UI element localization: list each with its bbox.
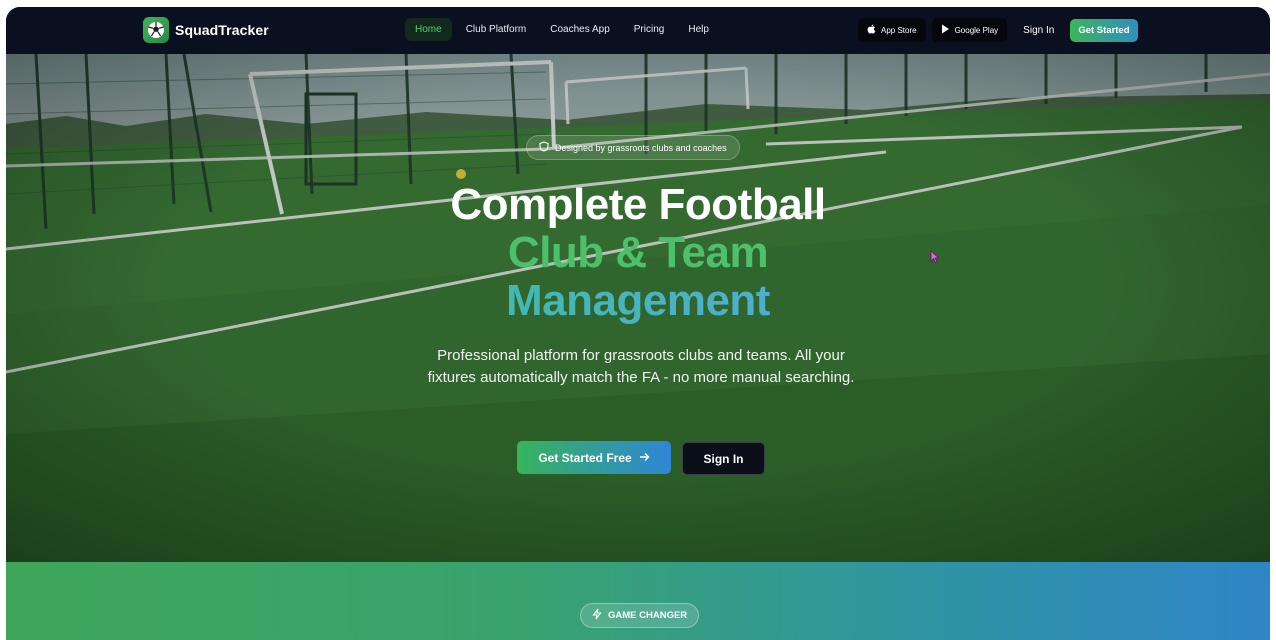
hero-section: Designed by grassroots clubs and coaches… — [6, 54, 1270, 562]
get-started-free-button[interactable]: Get Started Free — [517, 441, 671, 474]
nav-link-pricing[interactable]: Pricing — [624, 18, 675, 41]
app-store-label: App Store — [881, 25, 917, 35]
brand-logo-link[interactable]: SquadTracker — [143, 17, 269, 43]
hero-subtitle: Professional platform for grassroots clu… — [427, 347, 855, 386]
game-changer-section: GAME CHANGER — [6, 562, 1270, 640]
hero-title-line-3: Management — [338, 277, 938, 325]
lightning-icon — [592, 608, 602, 623]
google-play-label: Google Play — [954, 25, 999, 35]
hero-badge-text: Designed by grassroots clubs and coaches — [555, 142, 727, 153]
browser-viewport: SquadTracker Home Club Platform Coaches … — [6, 7, 1270, 640]
hero-title-line-2: Club & Team — [507, 228, 769, 277]
hero-badge: Designed by grassroots clubs and coaches — [526, 135, 740, 160]
hero-title-line-1: Complete Football — [450, 180, 826, 229]
nav-sign-in-link[interactable]: Sign In — [1013, 19, 1064, 42]
play-store-icon — [941, 24, 950, 36]
apple-icon — [867, 24, 876, 36]
shield-icon — [539, 141, 549, 154]
nav-actions: App Store Google Play Sign In Get Starte… — [858, 18, 1138, 42]
nav-link-coaches-app[interactable]: Coaches App — [540, 18, 620, 41]
soccer-ball-icon — [143, 17, 169, 43]
top-navbar: SquadTracker Home Club Platform Coaches … — [6, 7, 1270, 54]
arrow-right-icon — [639, 451, 650, 465]
game-changer-label: GAME CHANGER — [608, 610, 688, 621]
nav-get-started-button[interactable]: Get Started — [1070, 18, 1138, 42]
google-play-button[interactable]: Google Play — [931, 18, 1008, 42]
nav-link-club-platform[interactable]: Club Platform — [456, 18, 537, 41]
get-started-free-label: Get Started Free — [538, 450, 632, 465]
nav-link-home[interactable]: Home — [405, 18, 452, 41]
brand-name: SquadTracker — [175, 22, 269, 38]
main-nav: Home Club Platform Coaches App Pricing H… — [405, 18, 719, 41]
hero-sign-in-button[interactable]: Sign In — [682, 442, 765, 475]
app-store-button[interactable]: App Store — [858, 18, 926, 42]
hero-title: Complete Football Club & Team Management — [338, 181, 938, 325]
nav-link-help[interactable]: Help — [678, 18, 719, 41]
mouse-cursor-icon — [930, 250, 940, 264]
game-changer-badge: GAME CHANGER — [580, 603, 700, 628]
